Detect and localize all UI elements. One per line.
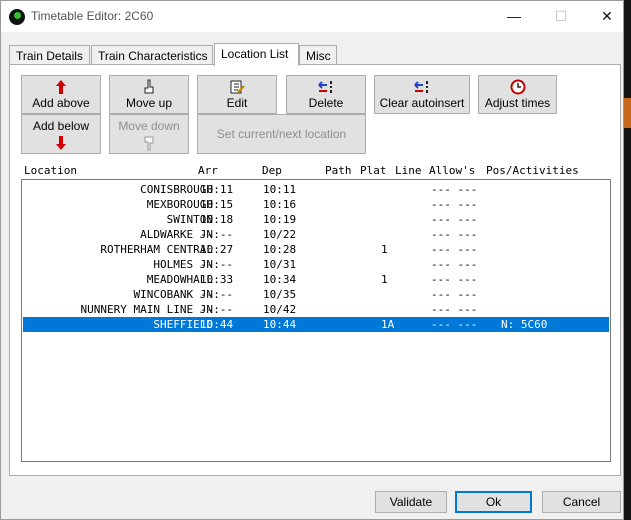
background-window-accent [624,98,631,128]
list-item[interactable]: SWINTON 10:18 10:19 --- --- [23,212,609,227]
clear-autoinsert-button[interactable]: Clear autoinsert [374,75,470,114]
location-listbox[interactable]: CONISBROUGH 10:11 10:11 --- --- MEXBOROU… [21,179,611,462]
tab-train-characteristics[interactable]: Train Characteristics [91,45,213,65]
header-dep: Dep [262,164,282,177]
list-item[interactable]: MEXBOROUGH 10:15 10:16 --- --- [23,197,609,212]
header-pos-activities: Pos/Activities [486,164,579,177]
move-up-button[interactable]: Move up [109,75,189,114]
header-line: Line [395,164,422,177]
header-plat: Plat [360,164,387,177]
up-arrow-icon [22,79,100,95]
ok-button[interactable]: Ok [455,491,532,513]
list-item[interactable]: ROTHERHAM CENTRAL 10:27 10:28 1 --- --- [23,242,609,257]
edit-button[interactable]: Edit [197,75,277,114]
hand-up-icon [110,79,188,95]
header-arr: Arr [198,164,218,177]
list-item[interactable]: HOLMES JN --:-- 10/31 --- --- [23,257,609,272]
add-above-button[interactable]: Add above [21,75,101,114]
title-bar[interactable]: Timetable Editor: 2C60 — ☐ ✕ [1,1,623,32]
set-current-location-button[interactable]: Set current/next location [197,114,366,154]
maximize-button[interactable]: ☐ [538,1,584,32]
tab-location-list[interactable]: Location List [214,43,299,66]
hand-down-icon [110,135,188,151]
delete-icon [287,79,365,95]
tab-train-details[interactable]: Train Details [9,45,90,65]
list-item[interactable]: ALDWARKE JN --:-- 10/22 --- --- [23,227,609,242]
adjust-times-button[interactable]: Adjust times [478,75,557,114]
tab-misc[interactable]: Misc [299,45,337,65]
timetable-editor-window: Timetable Editor: 2C60 — ☐ ✕ Train Detai… [0,0,624,520]
list-item[interactable]: MEADOWHALL 10:33 10:34 1 --- --- [23,272,609,287]
header-allows: Allow's [429,164,476,177]
clear-autoinsert-icon [375,79,469,95]
cancel-button[interactable]: Cancel [542,491,621,513]
list-header: Location Arr Dep Path Plat Line Allow's … [24,164,624,178]
minimize-button[interactable]: — [491,1,537,32]
list-item-selected[interactable]: SHEFFIELD 10:44 10:44 1A --- --- N: 5C60 [23,317,609,332]
header-path: Path [325,164,352,177]
background-window-edge [624,0,631,520]
validate-button[interactable]: Validate [375,491,447,513]
clock-icon [479,79,556,95]
window-title: Timetable Editor: 2C60 [31,9,154,23]
app-icon [9,9,25,25]
edit-icon [198,79,276,95]
list-item[interactable]: WINCOBANK JN --:-- 10/35 --- --- [23,287,609,302]
move-down-button[interactable]: Move down [109,114,189,154]
header-location: Location [24,164,77,177]
down-arrow-icon [22,135,100,151]
list-item[interactable]: NUNNERY MAIN LINE JN --:-- 10/42 --- --- [23,302,609,317]
add-below-button[interactable]: Add below [21,114,101,154]
delete-button[interactable]: Delete [286,75,366,114]
list-item[interactable]: CONISBROUGH 10:11 10:11 --- --- [23,182,609,197]
